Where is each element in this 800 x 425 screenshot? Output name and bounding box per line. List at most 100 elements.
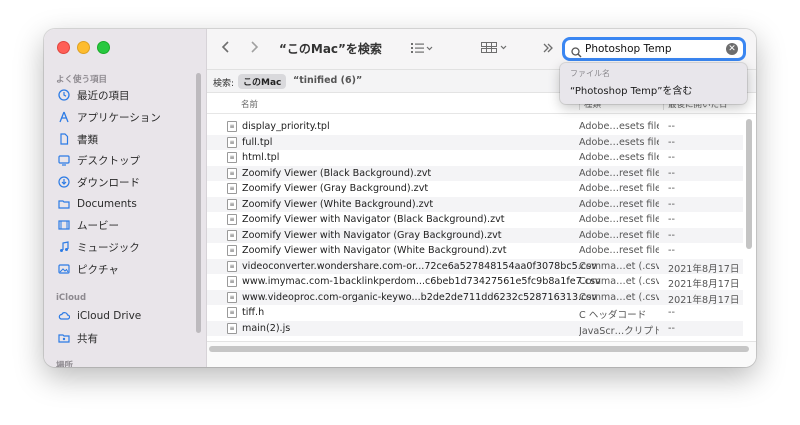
sidebar-item-label: 共有 — [77, 332, 98, 345]
file-icon: ≡ — [227, 322, 237, 334]
document-icon — [57, 133, 70, 146]
file-row[interactable]: ≡ Zoomify Viewer (White Background).zvt Ad… — [207, 196, 743, 212]
sidebar-item-icloud-drive[interactable]: iCloud Drive — [57, 306, 141, 326]
file-row[interactable]: ≡ Zoomify Viewer with Navigator (Gray Bac… — [207, 227, 743, 243]
file-date: -- — [668, 322, 675, 334]
file-name: html.tpl — [242, 152, 280, 163]
clear-search-icon[interactable]: ✕ — [726, 43, 738, 55]
sidebar-item-label: ムービー — [77, 219, 119, 232]
sidebar-item-label: デスクトップ — [77, 154, 140, 167]
file-kind: Adobe…reset file — [579, 229, 659, 241]
sidebar-item-music[interactable]: ミュージック — [57, 237, 140, 257]
file-name: Zoomify Viewer (Gray Background).zvt — [242, 183, 429, 194]
group-button[interactable] — [481, 41, 509, 59]
sidebar-section-icloud: iCloud — [56, 293, 87, 303]
file-row[interactable]: ≡ videoconverter.wondershare.com-or...72c… — [207, 258, 743, 275]
window-controls — [57, 41, 110, 54]
file-row[interactable]: ≡ main(2).js JavaScr…クリプト -- — [207, 320, 743, 337]
scope-label: 検索: — [213, 79, 235, 89]
sidebar-section-favorites: よく使う項目 — [56, 75, 108, 85]
sidebar-item-recents[interactable]: 最近の項目 — [57, 85, 130, 105]
sidebar-item-movies[interactable]: ムービー — [57, 215, 119, 235]
desktop-icon — [57, 154, 70, 167]
chevron-left-icon — [221, 40, 231, 58]
grid-group-icon — [481, 41, 509, 59]
suggestion-option[interactable]: “Photoshop Temp”を含む — [570, 82, 692, 97]
file-date: -- — [668, 183, 675, 194]
file-kind: Adobe…reset file — [579, 183, 659, 194]
file-date: -- — [668, 167, 675, 179]
file-date: 2021年8月17日 午 — [668, 263, 743, 275]
folder-icon — [57, 198, 70, 211]
search-input[interactable] — [585, 41, 725, 57]
file-date: -- — [668, 229, 675, 241]
file-kind: Adobe…reset file — [579, 198, 659, 210]
chevron-right-icon — [249, 40, 259, 58]
search-field[interactable]: ✕ — [562, 37, 746, 61]
file-icon: ≡ — [227, 276, 237, 287]
forward-button[interactable] — [249, 40, 259, 58]
zoom-window-button[interactable] — [97, 41, 110, 54]
file-row[interactable]: ≡ www.videoproc.com-organic-keywo...b2de2… — [207, 289, 743, 306]
file-kind: Adobe…reset file — [579, 167, 659, 179]
file-icon: ≡ — [227, 229, 237, 241]
music-icon — [57, 241, 70, 254]
file-row[interactable]: ≡ full.tpl Adobe…esets file -- — [207, 134, 743, 150]
view-list-button[interactable] — [411, 41, 433, 59]
file-name: www.videoproc.com-organic-keywo...b2de2d… — [242, 291, 598, 303]
file-name: www.imymac.com-1backlinkperdom...c6beb1d… — [242, 276, 601, 287]
file-name: tiff.h — [242, 307, 265, 318]
sidebar-item-downloads[interactable]: ダウンロード — [57, 172, 140, 192]
close-window-button[interactable] — [57, 41, 70, 54]
movie-icon — [57, 219, 70, 232]
scope-this-mac-button[interactable]: このMac — [238, 74, 287, 89]
file-row[interactable]: ≡ Zoomify Viewer (Black Background).zvt Ad… — [207, 165, 743, 181]
file-row[interactable]: ≡ www.imymac.com-1backlinkperdom...c6beb1… — [207, 274, 743, 290]
toolbar-overflow-button[interactable] — [542, 41, 554, 59]
applications-icon — [57, 111, 70, 124]
sidebar-section-locations: 場所 — [56, 361, 74, 367]
file-name: Zoomify Viewer with Navigator (Black Bac… — [242, 214, 505, 225]
sidebar-item-documents[interactable]: Documents — [57, 194, 137, 214]
file-row[interactable]: ≡ Zoomify Viewer with Navigator (Black Ba… — [207, 212, 743, 228]
sidebar-item-desktop[interactable]: デスクトップ — [57, 150, 140, 170]
file-row[interactable]: ≡ display_priority.tpl Adobe…esets file -- — [207, 119, 743, 135]
file-kind: Comma…et (.csv) — [579, 260, 659, 272]
file-kind: Adobe…esets file — [579, 121, 659, 132]
file-row[interactable]: ≡ tiff.h C ヘッダコード -- — [207, 305, 743, 321]
sidebar-scrollbar[interactable] — [196, 73, 201, 333]
sidebar-item-label: 最近の項目 — [77, 89, 130, 102]
file-kind: C ヘッダコード — [579, 310, 647, 321]
file-icon: ≡ — [227, 183, 237, 194]
list-vertical-scrollbar[interactable] — [746, 119, 752, 249]
file-kind: Comma…et (.csv) — [579, 291, 659, 303]
sidebar-item-shared[interactable]: 共有 — [57, 328, 98, 348]
back-button[interactable] — [221, 40, 231, 58]
file-icon: ≡ — [227, 198, 237, 210]
file-row[interactable]: ≡ Zoomify Viewer with Navigator (White Ba… — [207, 243, 743, 259]
scope-folder-button[interactable]: “tinified (6)” — [293, 75, 362, 86]
file-name: Zoomify Viewer with Navigator (Gray Back… — [242, 229, 502, 241]
file-name: display_priority.tpl — [242, 121, 330, 132]
sidebar-item-pictures[interactable]: ピクチャ — [57, 259, 119, 279]
minimize-window-button[interactable] — [77, 41, 90, 54]
sidebar-item-documents-jp[interactable]: 書類 — [57, 129, 98, 149]
file-date: -- — [668, 121, 675, 132]
suggestion-category: ファイル名 — [570, 69, 610, 78]
file-row[interactable]: ≡ Zoomify Viewer (Gray Background).zvt Ado… — [207, 181, 743, 197]
window-title: “このMac”を検索 — [279, 42, 382, 56]
sidebar-item-applications[interactable]: アプリケーション — [57, 107, 161, 127]
file-kind: Adobe…esets file — [579, 136, 659, 148]
list-horizontal-scrollbar-track — [207, 341, 756, 367]
file-date: -- — [668, 307, 675, 318]
file-icon: ≡ — [227, 136, 237, 148]
file-row[interactable]: ≡ html.tpl Adobe…esets file -- — [207, 150, 743, 166]
file-icon: ≡ — [227, 121, 237, 132]
file-date: 2021年8月17日 午 — [668, 294, 743, 306]
list-horizontal-scrollbar[interactable] — [209, 346, 749, 352]
file-name: videoconverter.wondershare.com-or...72ce… — [242, 260, 597, 272]
column-name[interactable]: 名前 — [241, 98, 258, 110]
file-list: ≡ display_priority.tpl Adobe…esets file -- ≡… — [207, 119, 743, 341]
sidebar-item-label: ミュージック — [77, 241, 140, 254]
cloud-icon — [57, 310, 70, 323]
